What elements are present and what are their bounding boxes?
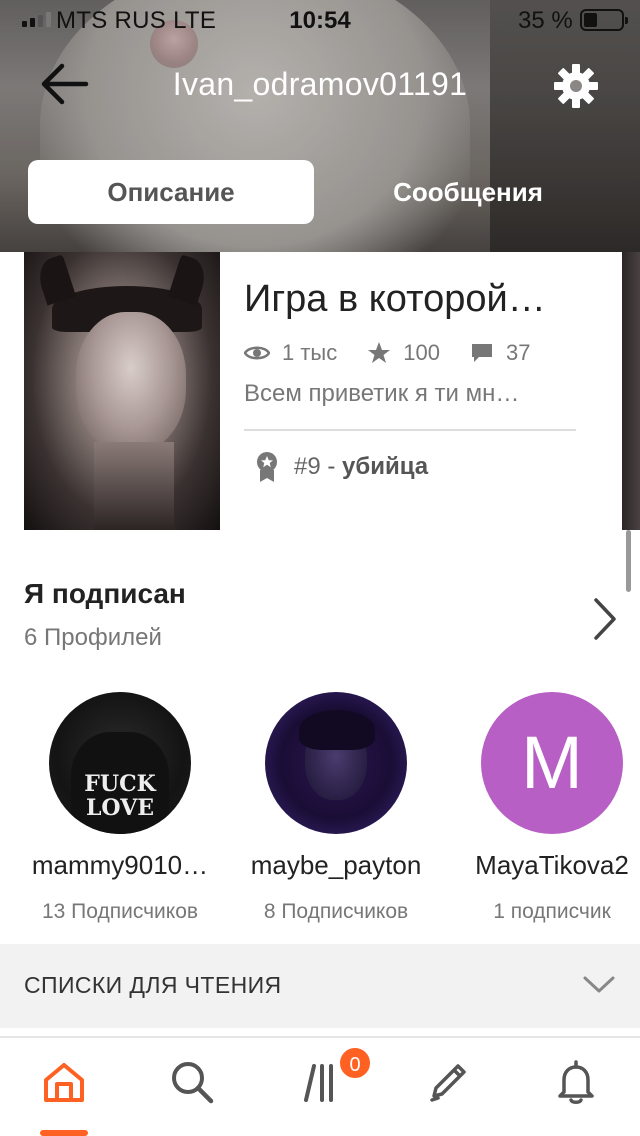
profile-followers: 1 подписчик <box>493 900 611 923</box>
library-badge: 0 <box>338 1046 372 1080</box>
following-title: Я подписан <box>24 578 186 609</box>
tab-notifications[interactable] <box>546 1058 606 1118</box>
profile-name[interactable]: mammy9010… <box>10 850 230 881</box>
rank-title: убийца <box>342 453 429 480</box>
tab-home[interactable] <box>34 1058 94 1136</box>
story-votes-count: 100 <box>403 340 440 365</box>
profile-name[interactable]: maybe_payton <box>226 850 446 881</box>
rank-separator: - <box>320 453 343 480</box>
top-nav: Ivan_odramov01191 <box>0 52 640 116</box>
next-story-cover-peek <box>622 252 640 530</box>
profile-tabs: Описание Сообщения <box>28 160 612 224</box>
status-bar: MTS RUS LTE 10:54 35 % <box>0 0 640 40</box>
chevron-right-icon[interactable] <box>590 596 620 642</box>
tab-library[interactable]: 0 <box>292 1046 372 1118</box>
avatar-print-text: FUCK LOVE <box>84 771 156 821</box>
story-comments: 37 <box>470 340 530 366</box>
reading-lists-section[interactable]: СПИСКИ ДЛЯ ЧТЕНИЯ <box>0 944 640 1028</box>
profile-card[interactable]: M MayaTikova2 1 подписчик <box>442 690 640 930</box>
star-icon <box>368 342 391 363</box>
story-title[interactable]: Игра в которой… <box>244 278 574 321</box>
profile-username: Ivan_odramov01191 <box>172 66 468 102</box>
story-comments-count: 37 <box>505 340 531 365</box>
gear-icon <box>554 64 598 108</box>
story-views-count: 1 тыс <box>282 340 338 365</box>
tab-messages[interactable]: Сообщения <box>324 160 612 224</box>
story-cover-image[interactable] <box>24 252 220 530</box>
profile-followers: 13 Подписчиков <box>41 900 199 923</box>
tab-write[interactable] <box>418 1058 478 1118</box>
bell-icon <box>558 1060 594 1104</box>
profile-card[interactable]: maybe_payton 8 Подписчиков <box>226 690 446 930</box>
ranking-badge-icon <box>257 452 277 482</box>
tab-description[interactable]: Описание <box>28 160 314 224</box>
avatar[interactable]: M <box>481 692 623 834</box>
avatar[interactable]: FUCK LOVE <box>49 692 191 834</box>
story-description: Всем приветик я ти мн… <box>244 380 520 407</box>
profile-card[interactable]: FUCK LOVE mammy9010… 13 Подписчиков <box>10 690 230 930</box>
rank-number: #9 <box>294 453 321 480</box>
story-views: 1 тыс <box>244 340 337 366</box>
home-icon <box>44 1063 84 1102</box>
battery-icon <box>580 9 628 31</box>
active-tab-indicator <box>40 1130 88 1136</box>
divider <box>244 429 576 431</box>
story-rank[interactable]: #9 - убийца <box>254 450 428 484</box>
search-icon <box>172 1062 214 1104</box>
profile-name[interactable]: MayaTikova2 <box>442 850 640 881</box>
tab-search[interactable] <box>162 1058 222 1118</box>
profile-header: MTS RUS LTE 10:54 35 % Ivan_odramov01191 <box>0 0 640 252</box>
pencil-icon <box>430 1064 466 1102</box>
following-count: 6 Профилей <box>24 624 162 651</box>
following-section-header[interactable]: Я подписан 6 Профилей <box>24 578 624 658</box>
story-votes: 100 <box>367 340 440 366</box>
eye-icon <box>244 346 270 360</box>
story-card[interactable]: Игра в которой… 1 тыс 100 37 Всем привет… <box>0 252 640 542</box>
avatar[interactable] <box>265 692 407 834</box>
battery-percent: 35 % <box>518 7 573 34</box>
bottom-tab-bar: 0 <box>0 1036 640 1136</box>
chevron-down-icon[interactable] <box>582 974 616 996</box>
comment-icon <box>471 344 492 362</box>
battery-fill <box>584 13 597 27</box>
scrollbar[interactable] <box>626 530 631 592</box>
following-profiles-list: FUCK LOVE mammy9010… 13 Подписчиков maybe… <box>0 690 640 930</box>
profile-followers: 8 Подписчиков <box>263 900 409 923</box>
reading-lists-label: СПИСКИ ДЛЯ ЧТЕНИЯ <box>24 972 282 998</box>
story-stats: 1 тыс 100 37 <box>244 338 584 368</box>
settings-button[interactable] <box>552 62 600 110</box>
